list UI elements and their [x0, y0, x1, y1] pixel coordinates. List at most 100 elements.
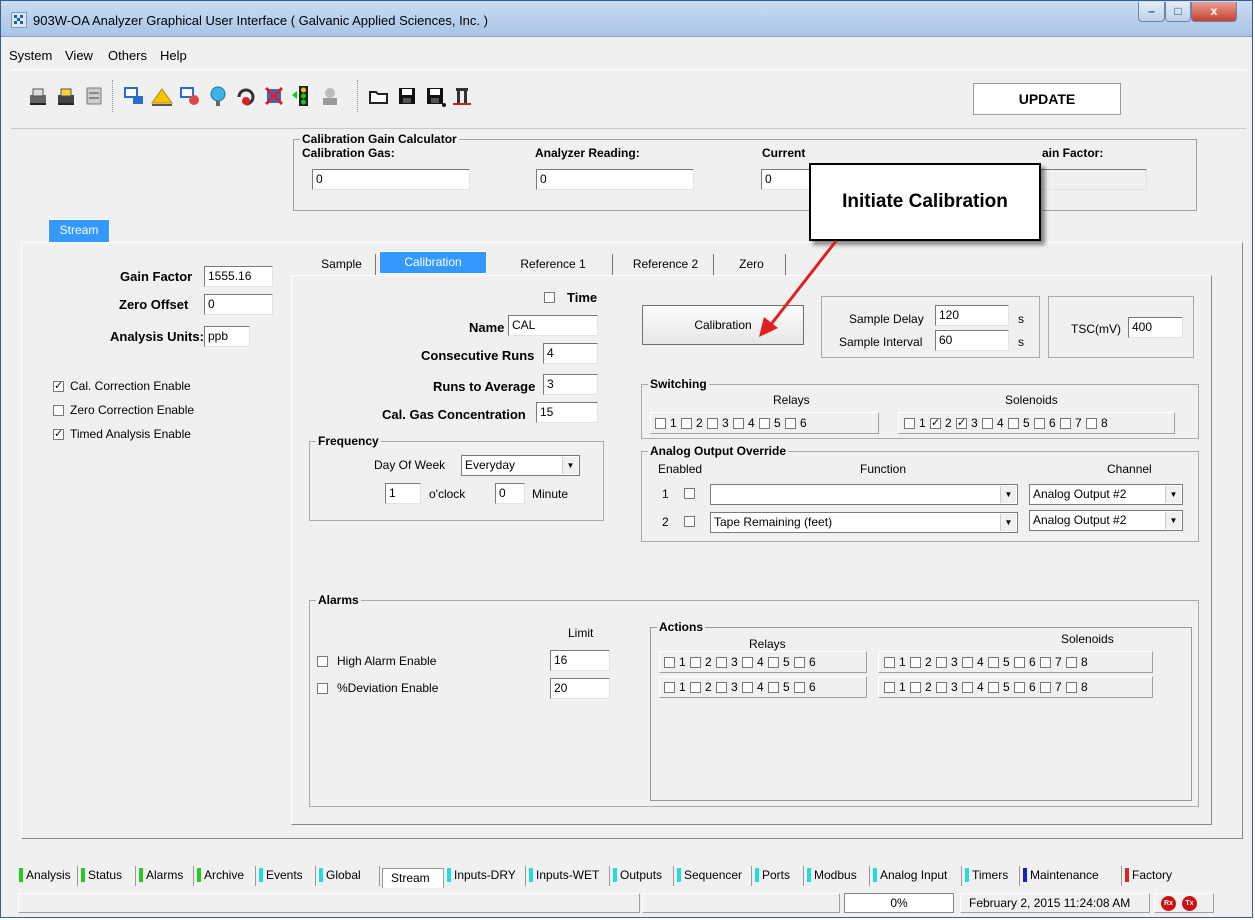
switching-relay-checkbox[interactable]	[707, 418, 718, 429]
tab-calibration[interactable]: Calibration	[379, 251, 487, 274]
runs-to-average-input[interactable]: 3	[543, 374, 598, 395]
bottom-tab-modbus[interactable]: Modbus	[806, 866, 870, 886]
deviation-limit-input[interactable]: 20	[550, 678, 610, 699]
menu-system[interactable]: System	[9, 48, 52, 63]
action-relay-checkbox[interactable]	[690, 682, 701, 693]
save-as-icon[interactable]	[422, 83, 448, 109]
bottom-tab-stream[interactable]: Stream	[382, 868, 444, 888]
action-solenoid-checkbox[interactable]	[1066, 682, 1077, 693]
traffic-light-icon[interactable]	[289, 83, 315, 109]
switching-relay-checkbox[interactable]	[655, 418, 666, 429]
bottom-tab-sequencer[interactable]: Sequencer	[676, 866, 752, 886]
consecutive-runs-input[interactable]: 4	[543, 343, 598, 364]
timed-analysis-checkbox[interactable]: ✓	[53, 429, 64, 440]
switching-solenoid-checkbox[interactable]	[904, 418, 915, 429]
sample-interval-input[interactable]: 60	[935, 330, 1009, 351]
menu-help[interactable]: Help	[160, 48, 187, 63]
override-enabled-checkbox[interactable]	[684, 516, 695, 527]
action-relay-checkbox[interactable]	[664, 682, 675, 693]
override-enabled-checkbox[interactable]	[684, 488, 695, 499]
action-solenoid-checkbox[interactable]	[936, 682, 947, 693]
action-relay-checkbox[interactable]	[768, 657, 779, 668]
override-function-select[interactable]: ▼	[710, 484, 1018, 505]
analyzer-reading-input[interactable]: 0	[536, 169, 694, 190]
bottom-tab-ports[interactable]: Ports	[754, 866, 804, 886]
cal-correction-checkbox[interactable]: ✓	[53, 381, 64, 392]
action-solenoid-checkbox[interactable]	[1014, 657, 1025, 668]
action-solenoid-checkbox[interactable]	[1066, 657, 1077, 668]
switching-solenoid-checkbox[interactable]	[1086, 418, 1097, 429]
switching-solenoid-checkbox[interactable]: ✓	[930, 418, 941, 429]
switching-solenoid-checkbox[interactable]	[982, 418, 993, 429]
bottom-tab-global[interactable]: Global	[318, 866, 380, 886]
update-button[interactable]: UPDATE	[973, 83, 1121, 115]
action-solenoid-checkbox[interactable]	[884, 657, 895, 668]
action-relay-checkbox[interactable]	[690, 657, 701, 668]
printer-setup-icon[interactable]	[81, 83, 107, 109]
day-of-week-select[interactable]: Everyday ▼	[461, 455, 580, 476]
bottom-tab-inputs-dry[interactable]: Inputs-DRY	[446, 866, 526, 886]
time-checkbox[interactable]	[544, 292, 555, 303]
minute-input[interactable]: 0	[495, 483, 525, 504]
disconnect-icon[interactable]	[177, 83, 203, 109]
zero-offset-input[interactable]: 0	[204, 294, 273, 315]
bottom-tab-archive[interactable]: Archive	[196, 866, 256, 886]
tab-stream[interactable]: Stream	[48, 219, 110, 243]
stop-icon[interactable]	[261, 83, 287, 109]
switching-solenoid-checkbox[interactable]	[1008, 418, 1019, 429]
cal-gas-concentration-input[interactable]: 15	[536, 402, 598, 423]
action-solenoid-checkbox[interactable]	[988, 682, 999, 693]
save-icon[interactable]	[394, 83, 420, 109]
action-solenoid-checkbox[interactable]	[910, 657, 921, 668]
tab-reference-2[interactable]: Reference 2	[618, 254, 714, 276]
tab-reference-1[interactable]: Reference 1	[494, 254, 613, 276]
action-solenoid-checkbox[interactable]	[988, 657, 999, 668]
bottom-tab-maintenance[interactable]: Maintenance	[1022, 866, 1122, 886]
bottom-tab-factory[interactable]: Factory	[1124, 866, 1194, 886]
bottom-tab-analog-input[interactable]: Analog Input	[872, 866, 962, 886]
high-alarm-checkbox[interactable]	[317, 656, 328, 667]
override-function-select[interactable]: Tape Remaining (feet) ▼	[710, 512, 1018, 533]
minimize-button[interactable]: –	[1138, 2, 1165, 22]
chart-icon[interactable]	[450, 83, 476, 109]
action-solenoid-checkbox[interactable]	[884, 682, 895, 693]
analysis-units-input[interactable]: ppb	[204, 326, 250, 347]
maximize-button[interactable]: □	[1165, 2, 1191, 22]
reset-icon[interactable]	[233, 83, 259, 109]
switching-relay-checkbox[interactable]	[759, 418, 770, 429]
zero-correction-checkbox[interactable]	[53, 405, 64, 416]
tab-sample[interactable]: Sample	[308, 254, 376, 276]
bottom-tab-analysis[interactable]: Analysis	[18, 866, 78, 886]
action-solenoid-checkbox[interactable]	[936, 657, 947, 668]
switching-relay-checkbox[interactable]	[681, 418, 692, 429]
network-icon[interactable]	[205, 83, 231, 109]
action-solenoid-checkbox[interactable]	[1040, 682, 1051, 693]
close-button[interactable]: x	[1191, 2, 1237, 22]
action-relay-checkbox[interactable]	[794, 682, 805, 693]
action-relay-checkbox[interactable]	[716, 682, 727, 693]
action-relay-checkbox[interactable]	[794, 657, 805, 668]
action-relay-checkbox[interactable]	[664, 657, 675, 668]
deviation-checkbox[interactable]	[317, 683, 328, 694]
action-solenoid-checkbox[interactable]	[1040, 657, 1051, 668]
print-icon[interactable]	[25, 83, 51, 109]
switching-solenoid-checkbox[interactable]: ✓	[956, 418, 967, 429]
action-solenoid-checkbox[interactable]	[910, 682, 921, 693]
action-relay-checkbox[interactable]	[742, 657, 753, 668]
action-solenoid-checkbox[interactable]	[962, 657, 973, 668]
action-relay-checkbox[interactable]	[768, 682, 779, 693]
connect-icon[interactable]	[121, 83, 147, 109]
bottom-tab-events[interactable]: Events	[258, 866, 316, 886]
action-relay-checkbox[interactable]	[742, 682, 753, 693]
tsc-input[interactable]: 400	[1128, 317, 1183, 338]
gain-factor-input[interactable]: 1555.16	[204, 266, 273, 287]
action-solenoid-checkbox[interactable]	[1014, 682, 1025, 693]
title-bar[interactable]: 903W-OA Analyzer Graphical User Interfac…	[1, 1, 1252, 37]
hour-input[interactable]: 1	[385, 483, 421, 504]
sun-icon[interactable]	[149, 83, 175, 109]
bottom-tab-timers[interactable]: Timers	[964, 866, 1020, 886]
bottom-tab-alarms[interactable]: Alarms	[138, 866, 194, 886]
calibration-gas-input[interactable]: 0	[312, 169, 470, 190]
action-solenoid-checkbox[interactable]	[962, 682, 973, 693]
switching-solenoid-checkbox[interactable]	[1034, 418, 1045, 429]
